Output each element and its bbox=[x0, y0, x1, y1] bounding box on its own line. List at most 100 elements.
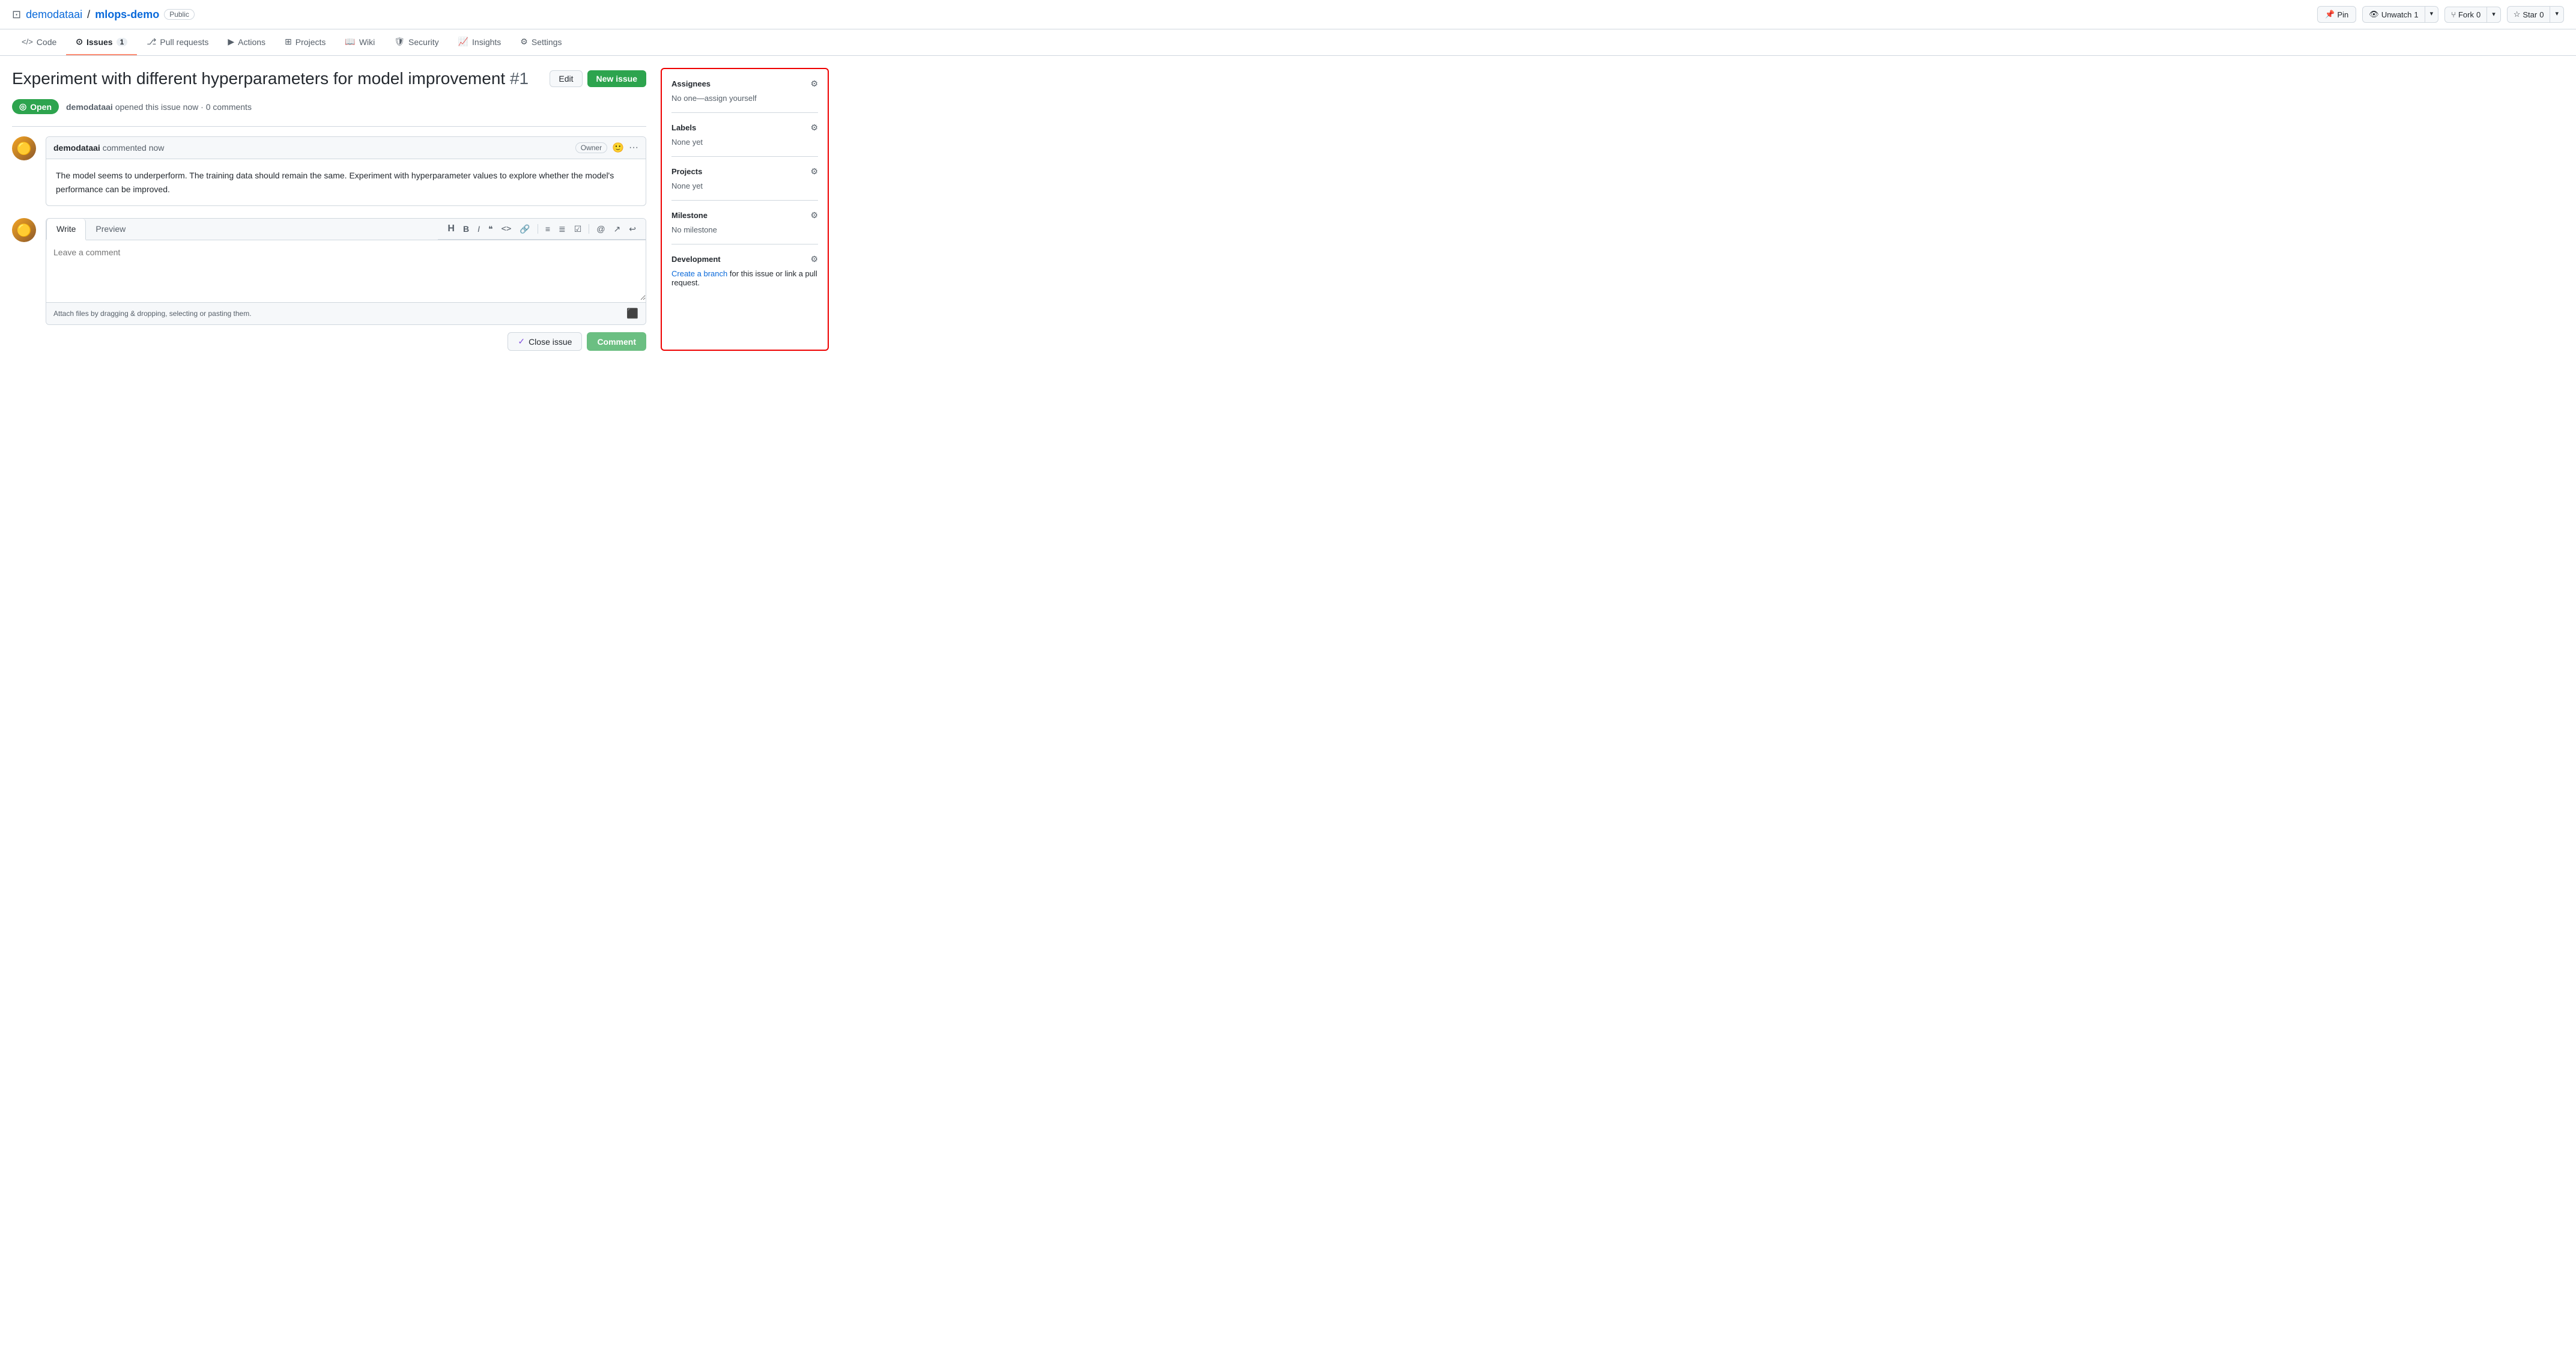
wiki-icon: 📖 bbox=[345, 37, 355, 47]
tab-wiki[interactable]: 📖 Wiki bbox=[335, 29, 384, 55]
comment-author-avatar: 🟡 bbox=[12, 136, 36, 160]
attach-area: Attach files by dragging & dropping, sel… bbox=[46, 302, 646, 324]
comment-box: demodataai commented now Owner 🙂 ··· The… bbox=[46, 136, 646, 206]
tab-issues[interactable]: ⊙ Issues 1 bbox=[66, 29, 137, 55]
tab-pull-requests[interactable]: ⎇ Pull requests bbox=[137, 29, 218, 55]
unwatch-caret[interactable]: ▾ bbox=[2425, 7, 2438, 22]
more-options-button[interactable]: ··· bbox=[629, 142, 638, 153]
new-issue-button[interactable]: New issue bbox=[587, 70, 646, 87]
toolbar-bullet-button[interactable]: ≡ bbox=[543, 223, 553, 235]
star-count: 0 bbox=[2539, 10, 2544, 19]
comment-button[interactable]: Comment bbox=[587, 332, 646, 351]
toolbar-numbered-button[interactable]: ≣ bbox=[556, 223, 568, 235]
projects-gear-button[interactable]: ⚙ bbox=[810, 166, 818, 177]
milestone-value: No milestone bbox=[671, 225, 818, 234]
write-section: 🟡 Write Preview H B I ❝ <> 🔗 bbox=[12, 218, 646, 351]
fork-button[interactable]: ⑂ Fork 0 bbox=[2445, 7, 2487, 22]
sidebar-assignees-section: Assignees ⚙ No one—assign yourself bbox=[671, 79, 818, 113]
comment-body: The model seems to underperform. The tra… bbox=[46, 159, 646, 205]
tab-security-label: Security bbox=[408, 37, 439, 47]
open-icon: ◎ bbox=[19, 102, 26, 112]
tab-insights[interactable]: 📈 Insights bbox=[449, 29, 511, 55]
write-box: Write Preview H B I ❝ <> 🔗 ≡ ≣ bbox=[46, 218, 646, 325]
star-button[interactable]: ☆ Star 0 bbox=[2508, 7, 2551, 22]
repo-title: ⊡ demodataai / mlops-demo Public bbox=[12, 8, 195, 21]
assignees-gear-button[interactable]: ⚙ bbox=[810, 79, 818, 89]
milestone-gear-button[interactable]: ⚙ bbox=[810, 210, 818, 220]
labels-header: Labels ⚙ bbox=[671, 123, 818, 133]
issue-meta: ◎ Open demodataai opened this issue now … bbox=[12, 99, 646, 114]
security-icon: 🛡 bbox=[394, 37, 405, 47]
unwatch-split: 👁 Unwatch 1 ▾ bbox=[2362, 6, 2438, 23]
owner-badge: Owner bbox=[575, 142, 607, 153]
tab-actions[interactable]: ▶ Actions bbox=[218, 29, 275, 55]
sidebar-development-section: Development ⚙ Create a branch for this i… bbox=[671, 254, 818, 287]
unwatch-button[interactable]: 👁 Unwatch 1 bbox=[2363, 7, 2425, 22]
preview-tab[interactable]: Preview bbox=[86, 219, 135, 240]
markdown-icon: ⬛ bbox=[626, 308, 638, 320]
issues-icon: ⊙ bbox=[76, 37, 83, 47]
toolbar-undo-button[interactable]: ↩ bbox=[626, 223, 638, 235]
fork-label: Fork bbox=[2458, 10, 2474, 19]
tab-actions-label: Actions bbox=[238, 37, 265, 47]
milestone-title: Milestone bbox=[671, 211, 708, 220]
fork-caret[interactable]: ▾ bbox=[2487, 7, 2500, 22]
emoji-button[interactable]: 🙂 bbox=[612, 142, 624, 154]
issues-badge: 1 bbox=[117, 38, 128, 46]
toolbar-link-button[interactable]: 🔗 bbox=[517, 223, 532, 235]
pr-icon: ⎇ bbox=[147, 37, 156, 47]
star-caret[interactable]: ▾ bbox=[2550, 7, 2563, 22]
tab-projects[interactable]: ⊞ Projects bbox=[275, 29, 335, 55]
code-icon: </> bbox=[22, 37, 33, 46]
actions-icon: ▶ bbox=[228, 37, 234, 47]
fork-icon: ⑂ bbox=[2451, 10, 2456, 19]
pin-button[interactable]: 📌 Pin bbox=[2317, 6, 2356, 23]
open-badge: ◎ Open bbox=[12, 99, 59, 114]
projects-icon: ⊞ bbox=[285, 37, 292, 47]
toolbar-mention-button[interactable]: @ bbox=[594, 223, 607, 235]
toolbar-italic-button[interactable]: I bbox=[475, 223, 482, 235]
pin-icon: 📌 bbox=[2325, 10, 2335, 19]
labels-gear-button[interactable]: ⚙ bbox=[810, 123, 818, 133]
toolbar-code-button[interactable]: <> bbox=[499, 223, 514, 235]
create-branch-link[interactable]: Create a branch bbox=[671, 269, 727, 278]
reply-author-avatar: 🟡 bbox=[12, 218, 36, 242]
toolbar-task-button[interactable]: ☑ bbox=[572, 223, 584, 235]
comment-text: The model seems to underperform. The tra… bbox=[56, 169, 636, 196]
issue-author-link[interactable]: demodataai bbox=[66, 102, 113, 112]
comment-textarea[interactable] bbox=[46, 240, 646, 300]
top-bar: ⊡ demodataai / mlops-demo Public 📌 Pin 👁… bbox=[0, 0, 2576, 29]
comment-header-right: Owner 🙂 ··· bbox=[575, 142, 638, 154]
milestone-header: Milestone ⚙ bbox=[671, 210, 818, 220]
comment-action: commented now bbox=[103, 143, 165, 153]
divider bbox=[12, 126, 646, 127]
tab-security[interactable]: 🛡 Security bbox=[384, 29, 448, 55]
top-actions: 📌 Pin 👁 Unwatch 1 ▾ ⑂ Fork 0 ▾ ☆ Star 0 bbox=[2317, 6, 2564, 23]
repo-name-link[interactable]: mlops-demo bbox=[95, 8, 159, 21]
tab-pr-label: Pull requests bbox=[160, 37, 208, 47]
toolbar: H B I ❝ <> 🔗 ≡ ≣ ☑ @ ↗ bbox=[438, 219, 646, 240]
comment-author: demodataai bbox=[53, 143, 100, 153]
edit-button[interactable]: Edit bbox=[550, 70, 582, 87]
repo-separator: / bbox=[87, 8, 90, 21]
toolbar-bold-button[interactable]: B bbox=[461, 223, 471, 235]
projects-value: None yet bbox=[671, 181, 818, 190]
close-issue-button[interactable]: ✓ Close issue bbox=[508, 332, 582, 351]
comment-header-left: demodataai commented now bbox=[53, 143, 164, 153]
sidebar-projects-section: Projects ⚙ None yet bbox=[671, 166, 818, 201]
write-area-wrapper: Write Preview H B I ❝ <> 🔗 ≡ ≣ bbox=[46, 218, 646, 351]
tab-settings[interactable]: ⚙ Settings bbox=[511, 29, 571, 55]
tab-code[interactable]: </> Code bbox=[12, 29, 66, 55]
projects-header: Projects ⚙ bbox=[671, 166, 818, 177]
development-gear-button[interactable]: ⚙ bbox=[810, 254, 818, 264]
toolbar-heading-button[interactable]: H bbox=[445, 222, 457, 235]
toolbar-quote-button[interactable]: ❝ bbox=[486, 223, 496, 235]
write-tab[interactable]: Write bbox=[46, 219, 86, 240]
first-comment: 🟡 demodataai commented now Owner 🙂 ··· T… bbox=[12, 136, 646, 206]
repo-owner-link[interactable]: demodataai bbox=[26, 8, 82, 21]
issue-number: #1 bbox=[510, 69, 529, 88]
tab-issues-label: Issues bbox=[86, 37, 113, 47]
star-icon: ☆ bbox=[2514, 10, 2521, 19]
write-actions: ✓ Close issue Comment bbox=[46, 332, 646, 351]
toolbar-ref-button[interactable]: ↗ bbox=[611, 223, 623, 235]
